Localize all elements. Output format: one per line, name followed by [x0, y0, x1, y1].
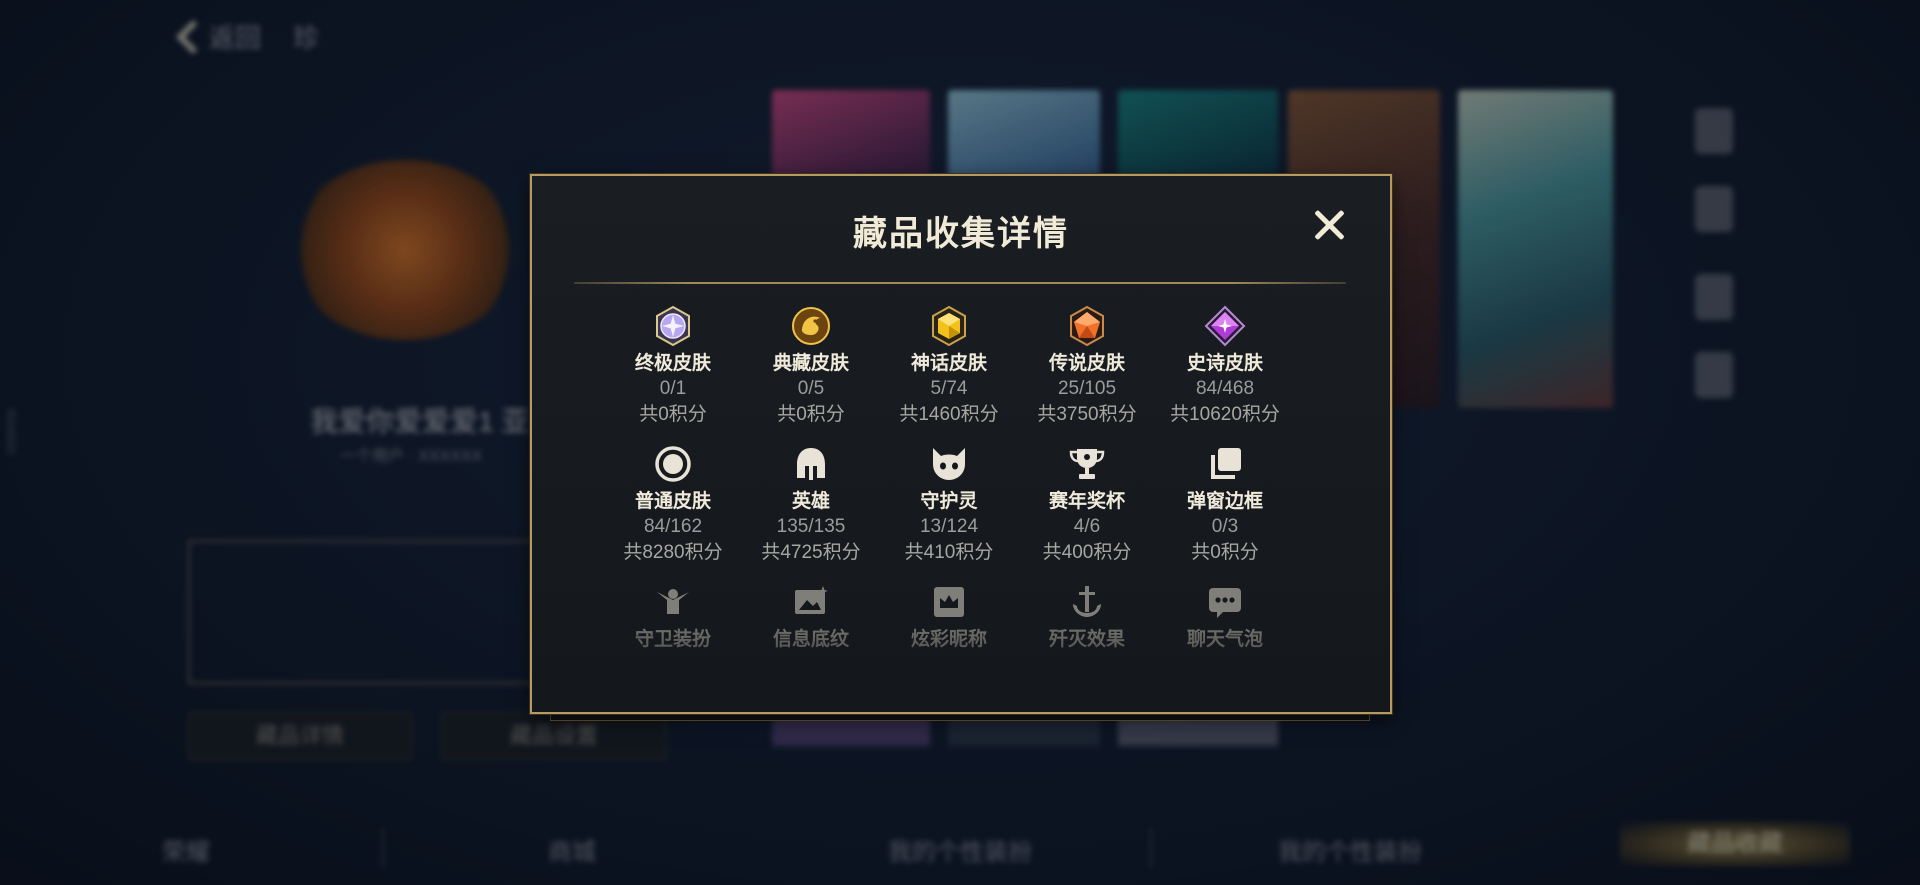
trophy-icon: [1069, 449, 1105, 479]
category-points: 共8280积分: [623, 542, 723, 563]
category-label: 信息底纹: [772, 629, 849, 650]
category-count: 0/1: [659, 378, 687, 399]
category-points: 共410积分: [904, 542, 994, 563]
category-points: 共3750积分: [1037, 404, 1137, 425]
category-label: 弹窗边框: [1186, 491, 1263, 512]
category-count: 0/5: [797, 378, 825, 399]
epic-gem-icon: [1204, 305, 1246, 347]
category-hero[interactable]: 英雄 135/135 共4725积分: [742, 442, 880, 580]
category-color-nickname[interactable]: 炫彩昵称: [880, 580, 1018, 650]
category-annihilation-effect[interactable]: 歼灭效果: [1018, 580, 1156, 650]
ring-icon: [655, 446, 691, 482]
category-collector-skin[interactable]: 典藏皮肤 0/5 共0积分: [742, 304, 880, 442]
category-count: 0/3: [1211, 516, 1239, 537]
guard-statue-icon: [657, 589, 689, 614]
category-label: 传说皮肤: [1048, 353, 1125, 374]
category-points: 共0积分: [639, 404, 707, 425]
crown-card-icon: [934, 587, 964, 617]
category-chat-bubble[interactable]: 聊天气泡: [1156, 580, 1294, 650]
helmet-icon: [797, 448, 825, 480]
close-icon[interactable]: [1312, 208, 1346, 242]
category-label: 史诗皮肤: [1186, 353, 1263, 374]
category-count: 4/6: [1073, 516, 1101, 537]
category-points: 共0积分: [777, 404, 845, 425]
category-count: 5/74: [930, 378, 968, 399]
category-label: 英雄: [791, 491, 830, 512]
category-count: 135/135: [776, 516, 846, 537]
category-label: 终极皮肤: [634, 353, 711, 374]
category-label: 聊天气泡: [1186, 629, 1263, 650]
category-common-skin[interactable]: 普通皮肤 84/162 共8280积分: [604, 442, 742, 580]
category-season-trophy[interactable]: 赛年奖杯 4/6 共400积分: [1018, 442, 1156, 580]
dialog-title: 藏品收集详情: [853, 215, 1069, 253]
ultimate-gem-icon: [656, 305, 690, 347]
category-legend-skin[interactable]: 传说皮肤 25/105 共3750积分: [1018, 304, 1156, 442]
category-count: 84/468: [1195, 378, 1255, 399]
category-popup-frame[interactable]: 弹窗边框 0/3 共0积分: [1156, 442, 1294, 580]
collection-details-dialog: 藏品收集详情 终极皮肤 0/1 共0积分 典藏皮肤 0/5 共0积分 神话皮肤 …: [530, 174, 1392, 714]
category-label: 普通皮肤: [634, 491, 711, 512]
chat-bubble-icon: [1209, 588, 1241, 618]
category-label: 歼灭效果: [1048, 629, 1125, 650]
category-points: 共1460积分: [899, 404, 999, 425]
dragon-crest-icon: [792, 307, 830, 345]
anchor-icon: [1073, 586, 1101, 617]
category-label: 赛年奖杯: [1048, 491, 1125, 512]
category-count: 84/162: [643, 516, 703, 537]
guardian-spirit-icon: [933, 448, 965, 480]
title-divider: [574, 282, 1346, 284]
category-ultimate-skin[interactable]: 终极皮肤 0/1 共0积分: [604, 304, 742, 442]
category-count: 13/124: [919, 516, 979, 537]
category-points: 共0积分: [1191, 542, 1259, 563]
picture-sparkle-icon: [795, 586, 828, 614]
category-guard-outfit[interactable]: 守卫装扮: [604, 580, 742, 650]
category-points: 共400积分: [1042, 542, 1132, 563]
category-info-pattern[interactable]: 信息底纹: [742, 580, 880, 650]
category-points: 共4725积分: [761, 542, 861, 563]
category-grid: 终极皮肤 0/1 共0积分 典藏皮肤 0/5 共0积分 神话皮肤 5/74 共1…: [604, 304, 1294, 650]
category-mythic-skin[interactable]: 神话皮肤 5/74 共1460积分: [880, 304, 1018, 442]
legend-gem-icon: [1070, 305, 1104, 347]
category-label: 守护灵: [920, 491, 978, 512]
mythic-gem-icon: [932, 305, 966, 347]
category-label: 炫彩昵称: [910, 629, 987, 650]
category-label: 守卫装扮: [634, 629, 711, 650]
layered-frames-icon: [1211, 448, 1241, 479]
category-guardian-spirit[interactable]: 守护灵 13/124 共410积分: [880, 442, 1018, 580]
category-count: 25/105: [1057, 378, 1117, 399]
category-epic-skin[interactable]: 史诗皮肤 84/468 共10620积分: [1156, 304, 1294, 442]
category-points: 共10620积分: [1170, 404, 1280, 425]
category-label: 典藏皮肤: [772, 353, 849, 374]
category-label: 神话皮肤: [910, 353, 987, 374]
